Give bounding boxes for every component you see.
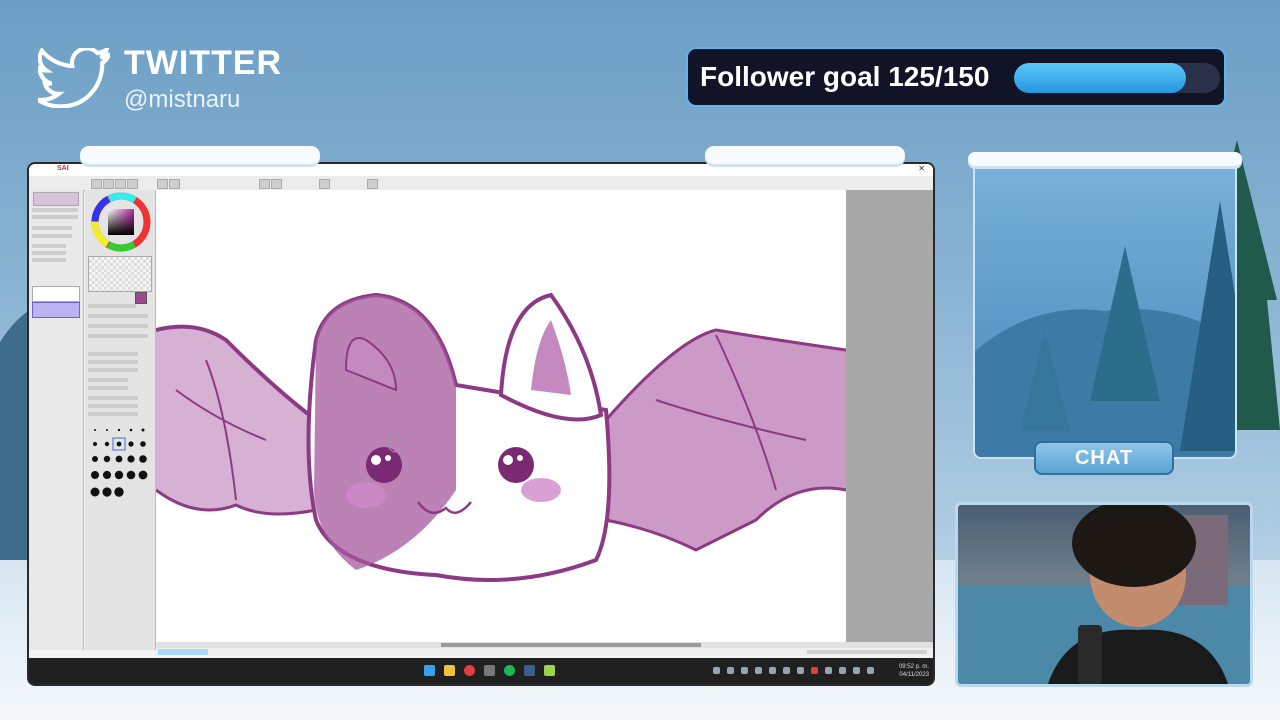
tray-icon[interactable] bbox=[839, 667, 846, 674]
toolbar-button[interactable] bbox=[115, 179, 126, 189]
brush-shape-select[interactable] bbox=[88, 378, 128, 382]
toolbar-button[interactable] bbox=[157, 179, 168, 189]
drawing-canvas[interactable] bbox=[155, 190, 847, 642]
navigator-thumbnail[interactable] bbox=[33, 192, 79, 206]
chat-label-badge: CHAT bbox=[1034, 441, 1174, 475]
chat-label: CHAT bbox=[1074, 447, 1134, 469]
tray-icon[interactable] bbox=[727, 667, 734, 674]
volume-icon[interactable] bbox=[867, 667, 874, 674]
toolbar-button[interactable] bbox=[271, 179, 282, 189]
tool-presets-row[interactable] bbox=[88, 314, 148, 318]
window-close-button[interactable]: ✕ bbox=[918, 164, 925, 173]
dilution-slider[interactable] bbox=[88, 404, 138, 408]
toolbar-button[interactable] bbox=[127, 179, 138, 189]
chat-panel bbox=[973, 159, 1237, 459]
snow-decoration bbox=[705, 146, 905, 164]
toolbar-button[interactable] bbox=[259, 179, 270, 189]
app-icon[interactable] bbox=[484, 665, 495, 676]
toolbar-button[interactable] bbox=[103, 179, 114, 189]
clock-time: 09:52 p. m. bbox=[898, 664, 929, 670]
blend-mode-select[interactable] bbox=[32, 226, 72, 230]
persistence-slider[interactable] bbox=[88, 412, 138, 416]
twitter-bird-icon bbox=[38, 48, 110, 108]
follower-goal-panel: Follower goal 125/150 bbox=[686, 47, 1226, 107]
navigator-layers-panel bbox=[29, 190, 84, 650]
brush-size-grid[interactable] bbox=[89, 422, 151, 504]
preserve-opacity-checkbox[interactable] bbox=[32, 244, 66, 248]
sai-toolbar bbox=[29, 176, 933, 191]
tray-icon[interactable] bbox=[797, 667, 804, 674]
toolbar-button[interactable] bbox=[319, 179, 330, 189]
memory-usage-text bbox=[807, 650, 927, 654]
app-name: SAI bbox=[57, 165, 69, 172]
primary-color-swatch[interactable] bbox=[135, 292, 147, 304]
snow-decoration bbox=[80, 146, 320, 164]
tray-icon[interactable] bbox=[783, 667, 790, 674]
sai-statusbar bbox=[156, 648, 933, 656]
document-tab[interactable] bbox=[158, 649, 208, 655]
webcam-scene bbox=[958, 505, 1250, 684]
texture-select[interactable] bbox=[88, 386, 128, 390]
windows-taskbar: 09:52 p. m. 04/11/2023 bbox=[29, 658, 933, 684]
tray-icon[interactable] bbox=[755, 667, 762, 674]
opacity-slider[interactable] bbox=[32, 234, 72, 238]
layer-item-selected[interactable] bbox=[32, 302, 80, 318]
blending-slider[interactable] bbox=[88, 396, 138, 400]
bat-drawing bbox=[155, 292, 847, 582]
spotify-icon[interactable] bbox=[504, 665, 515, 676]
twitter-title: TWITTER bbox=[124, 44, 283, 82]
clipping-group-checkbox[interactable] bbox=[32, 251, 66, 255]
file-explorer-icon[interactable] bbox=[444, 665, 455, 676]
color-scratchpad[interactable] bbox=[88, 256, 152, 292]
screen-capture-frame: SAI ✕ 09:52 p. m. 04/11/2023 bbox=[27, 162, 935, 686]
tool-presets-row[interactable] bbox=[88, 334, 148, 338]
wifi-icon[interactable] bbox=[853, 667, 860, 674]
follower-goal-progress-bar bbox=[1014, 63, 1186, 93]
tray-icon[interactable] bbox=[741, 667, 748, 674]
density-slider[interactable] bbox=[88, 368, 138, 372]
rotate-slider[interactable] bbox=[32, 215, 78, 219]
follower-goal-label: Follower goal 125/150 bbox=[700, 61, 990, 92]
taskbar-clock[interactable]: 09:52 p. m. 04/11/2023 bbox=[899, 663, 929, 679]
scrollbar-thumb[interactable] bbox=[441, 643, 701, 647]
brush-size-slider[interactable] bbox=[88, 352, 138, 356]
tray-icon[interactable] bbox=[769, 667, 776, 674]
windows-start-icon[interactable] bbox=[424, 665, 435, 676]
tray-icon[interactable] bbox=[825, 667, 832, 674]
toolbar-button[interactable] bbox=[169, 179, 180, 189]
opera-icon[interactable] bbox=[464, 665, 475, 676]
selection-source-checkbox[interactable] bbox=[32, 258, 66, 262]
tool-icons-row[interactable] bbox=[88, 304, 136, 308]
toolbar-button[interactable] bbox=[367, 179, 378, 189]
sai-window: SAI ✕ bbox=[29, 164, 933, 658]
app-icon[interactable] bbox=[544, 665, 555, 676]
tool-presets-row[interactable] bbox=[88, 324, 148, 328]
canvas-outside-area bbox=[846, 190, 933, 642]
webcam-feed bbox=[955, 502, 1253, 687]
color-wheel[interactable] bbox=[91, 192, 151, 252]
tray-icon[interactable] bbox=[811, 667, 818, 674]
clock-date: 04/11/2023 bbox=[899, 672, 929, 678]
tool-panel bbox=[85, 190, 156, 650]
steam-icon[interactable] bbox=[524, 665, 535, 676]
toolbar-button[interactable] bbox=[91, 179, 102, 189]
follower-goal-track bbox=[1014, 63, 1220, 93]
twitter-handle: @mistnaru bbox=[124, 86, 241, 113]
layer-item[interactable] bbox=[32, 286, 80, 302]
min-size-slider[interactable] bbox=[88, 360, 138, 364]
chat-panel-scenery bbox=[975, 201, 1235, 457]
zoom-slider[interactable] bbox=[32, 208, 78, 212]
snow-decoration bbox=[968, 152, 1242, 166]
tray-icon[interactable] bbox=[713, 667, 720, 674]
